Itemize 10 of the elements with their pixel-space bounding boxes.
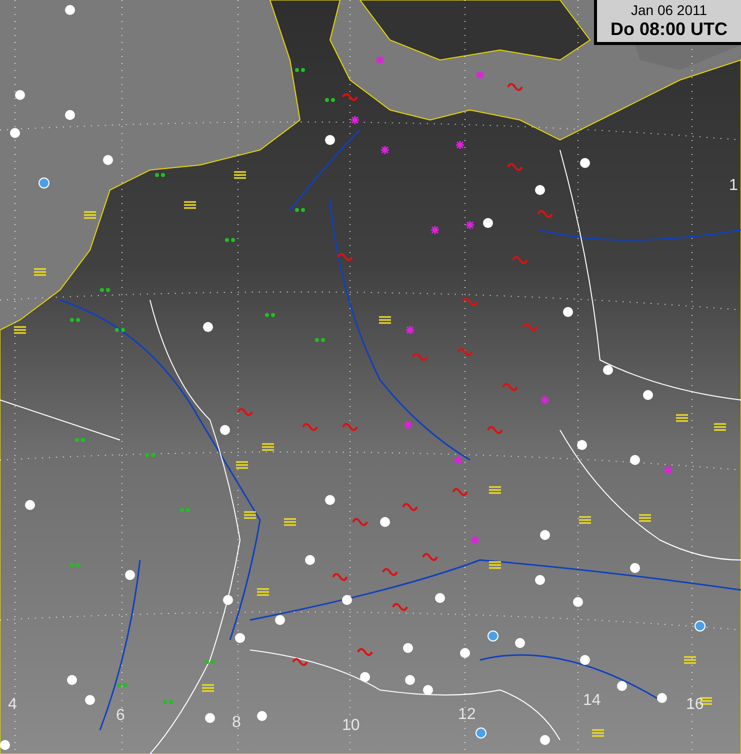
longitude-label: 6	[116, 708, 125, 724]
longitude-label: 1	[729, 178, 738, 194]
longitude-label: 14	[583, 693, 601, 709]
longitude-label: 4	[8, 697, 17, 713]
longitude-label: 16	[686, 697, 704, 713]
time-text: Do 08:00 UTC	[610, 18, 728, 40]
longitude-label: 12	[458, 707, 476, 723]
longitude-label: 8	[232, 715, 241, 731]
date-text: Jan 06 2011	[630, 2, 708, 18]
longitude-label: 10	[342, 718, 360, 734]
